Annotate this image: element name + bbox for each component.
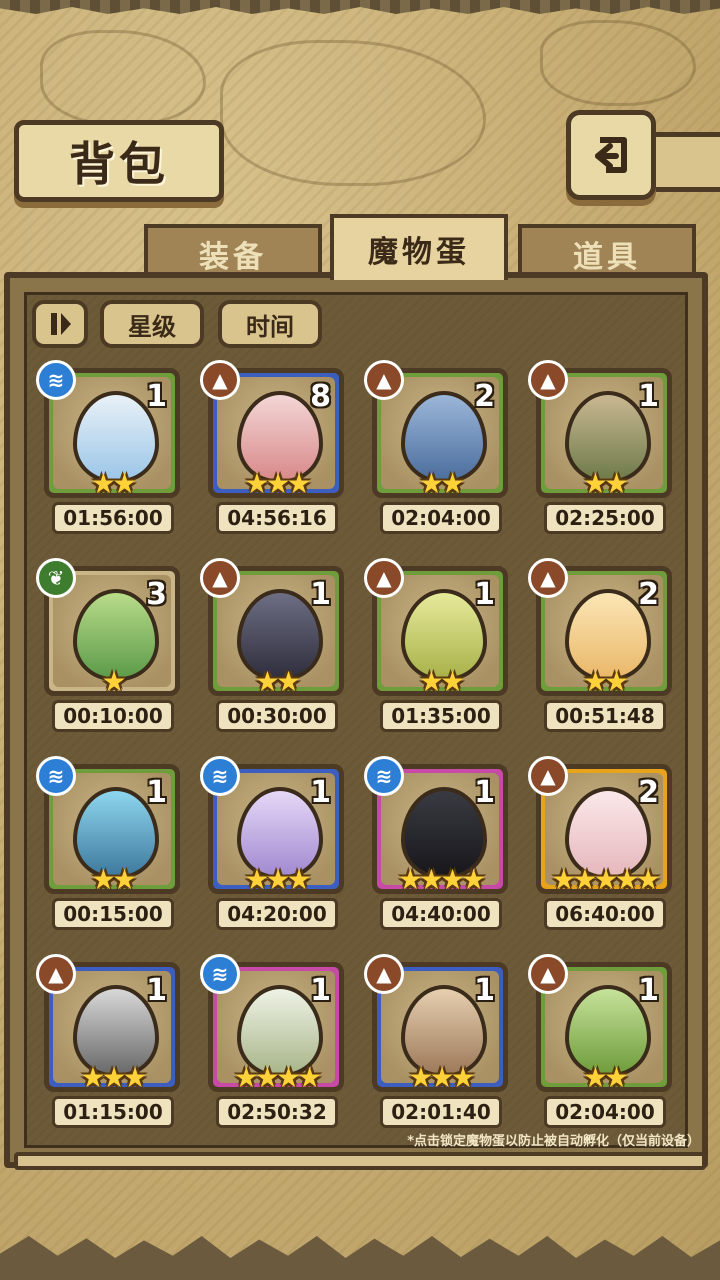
water-element-icon: ≋ (36, 360, 76, 400)
panel-bottom-rail (14, 1152, 706, 1170)
egg-star-rating: ★★★★ (233, 1061, 322, 1092)
egg-count: 3 (146, 577, 167, 612)
egg-star-rating: ★★ (90, 467, 137, 498)
tab-monster-eggs-label: 魔物蛋 (368, 235, 470, 270)
earth-element-icon: ▲ (200, 558, 240, 598)
hatch-timer: 02:25:00 (544, 502, 666, 534)
tab-monster-eggs[interactable]: 魔物蛋 (330, 214, 508, 280)
earth-element-icon: ▲ (36, 954, 76, 994)
egg-slot[interactable]: 1 ★★ ≋ 00:15:00 (36, 756, 184, 936)
page-title: 背包 (14, 120, 224, 202)
egg-count: 2 (474, 379, 495, 414)
earth-element-icon: ▲ (364, 360, 404, 400)
egg-slot[interactable]: 1 ★★ ≋ 01:56:00 (36, 360, 184, 540)
egg-count: 1 (310, 577, 331, 612)
egg-star-rating: ★★★★★ (551, 863, 661, 894)
earth-element-icon: ▲ (364, 558, 404, 598)
hatch-timer: 04:20:00 (216, 898, 338, 930)
hatch-timer: 02:01:40 (380, 1096, 502, 1128)
egg-star-rating: ★ (101, 665, 126, 696)
hatch-timer: 00:30:00 (216, 700, 338, 732)
egg-star-rating: ★★ (90, 863, 137, 894)
water-element-icon: ≋ (200, 756, 240, 796)
egg-count: 2 (638, 577, 659, 612)
egg-count: 1 (474, 973, 495, 1008)
tab-bar: 装备 魔物蛋 道具 (12, 214, 708, 280)
earth-element-icon: ▲ (528, 558, 568, 598)
egg-star-rating: ★★★ (80, 1061, 147, 1092)
egg-slot[interactable]: 1 ★★★ ▲ 01:15:00 (36, 954, 184, 1134)
egg-star-rating: ★★★ (244, 467, 311, 498)
egg-count: 1 (146, 379, 167, 414)
sort-by-star-label: 星级 (128, 312, 176, 341)
egg-slot[interactable]: 1 ★★ ▲ 02:25:00 (528, 360, 676, 540)
hatch-timer: 00:10:00 (52, 700, 174, 732)
egg-count: 1 (474, 577, 495, 612)
egg-count: 1 (474, 775, 495, 810)
egg-slot[interactable]: 1 ★★★★ ≋ 02:50:32 (200, 954, 348, 1134)
egg-count: 1 (146, 775, 167, 810)
hatch-timer: 01:15:00 (52, 1096, 174, 1128)
hatch-timer: 02:50:32 (216, 1096, 338, 1128)
page-title-text: 背包 (69, 137, 169, 191)
tab-items-label: 道具 (573, 240, 641, 275)
hatch-timer: 00:51:48 (544, 700, 666, 732)
egg-count: 1 (310, 973, 331, 1008)
grass-element-icon: ❦ (36, 558, 76, 598)
egg-count: 8 (310, 379, 331, 414)
egg-slot[interactable]: 1 ★★★ ▲ 02:01:40 (364, 954, 512, 1134)
egg-star-rating: ★★ (418, 665, 465, 696)
egg-star-rating: ★★ (582, 467, 629, 498)
hatch-timer: 04:56:16 (216, 502, 338, 534)
back-button[interactable] (566, 110, 656, 200)
egg-slot[interactable]: 1 ★★ ▲ 01:35:00 (364, 558, 512, 738)
hatch-timer: 06:40:00 (544, 898, 666, 930)
egg-count: 1 (638, 973, 659, 1008)
egg-star-rating: ★★★ (244, 863, 311, 894)
hatch-timer: 01:35:00 (380, 700, 502, 732)
hatch-timer: 04:40:00 (380, 898, 502, 930)
hatch-timer: 02:04:00 (544, 1096, 666, 1128)
egg-slot[interactable]: 2 ★★ ▲ 02:04:00 (364, 360, 512, 540)
hatch-timer: 01:56:00 (52, 502, 174, 534)
earth-element-icon: ▲ (200, 360, 240, 400)
egg-slot[interactable]: 1 ★★ ▲ 02:04:00 (528, 954, 676, 1134)
sort-by-star-button[interactable]: 星级 (100, 300, 204, 348)
earth-element-icon: ▲ (528, 360, 568, 400)
egg-slot[interactable]: 1 ★★ ▲ 00:30:00 (200, 558, 348, 738)
return-arrow-icon (595, 137, 627, 173)
egg-slot[interactable]: 1 ★★★ ≋ 04:20:00 (200, 756, 348, 936)
earth-element-icon: ▲ (364, 954, 404, 994)
egg-slot[interactable]: 8 ★★★ ▲ 04:56:16 (200, 360, 348, 540)
sort-by-time-label: 时间 (246, 312, 294, 341)
egg-star-rating: ★★ (254, 665, 301, 696)
sort-toggle-button[interactable] (32, 300, 88, 348)
egg-star-rating: ★★ (418, 467, 465, 498)
earth-element-icon: ▲ (528, 954, 568, 994)
egg-count: 2 (638, 775, 659, 810)
egg-slot[interactable]: 3 ★ ❦ 00:10:00 (36, 558, 184, 738)
back-button-rail (646, 132, 720, 192)
tab-equipment-label: 装备 (199, 240, 267, 275)
egg-star-rating: ★★ (582, 665, 629, 696)
egg-slot[interactable]: 2 ★★★★★ ▲ 06:40:00 (528, 756, 676, 936)
egg-slot[interactable]: 1 ★★★★ ≋ 04:40:00 (364, 756, 512, 936)
egg-count: 1 (146, 973, 167, 1008)
hatch-timer: 00:15:00 (52, 898, 174, 930)
egg-star-rating: ★★★ (408, 1061, 475, 1092)
lock-hint-text: *点击锁定魔物蛋以防止被自动孵化（仅当前设备） (407, 1134, 700, 1149)
sort-toggle-icon (51, 313, 71, 335)
egg-slot[interactable]: 2 ★★ ▲ 00:51:48 (528, 558, 676, 738)
egg-star-rating: ★★★★ (397, 863, 486, 894)
egg-count: 1 (310, 775, 331, 810)
hatch-timer: 02:04:00 (380, 502, 502, 534)
egg-count: 1 (638, 379, 659, 414)
sort-by-time-button[interactable]: 时间 (218, 300, 322, 348)
water-element-icon: ≋ (364, 756, 404, 796)
egg-star-rating: ★★ (582, 1061, 629, 1092)
water-element-icon: ≋ (36, 756, 76, 796)
earth-element-icon: ▲ (528, 756, 568, 796)
water-element-icon: ≋ (200, 954, 240, 994)
